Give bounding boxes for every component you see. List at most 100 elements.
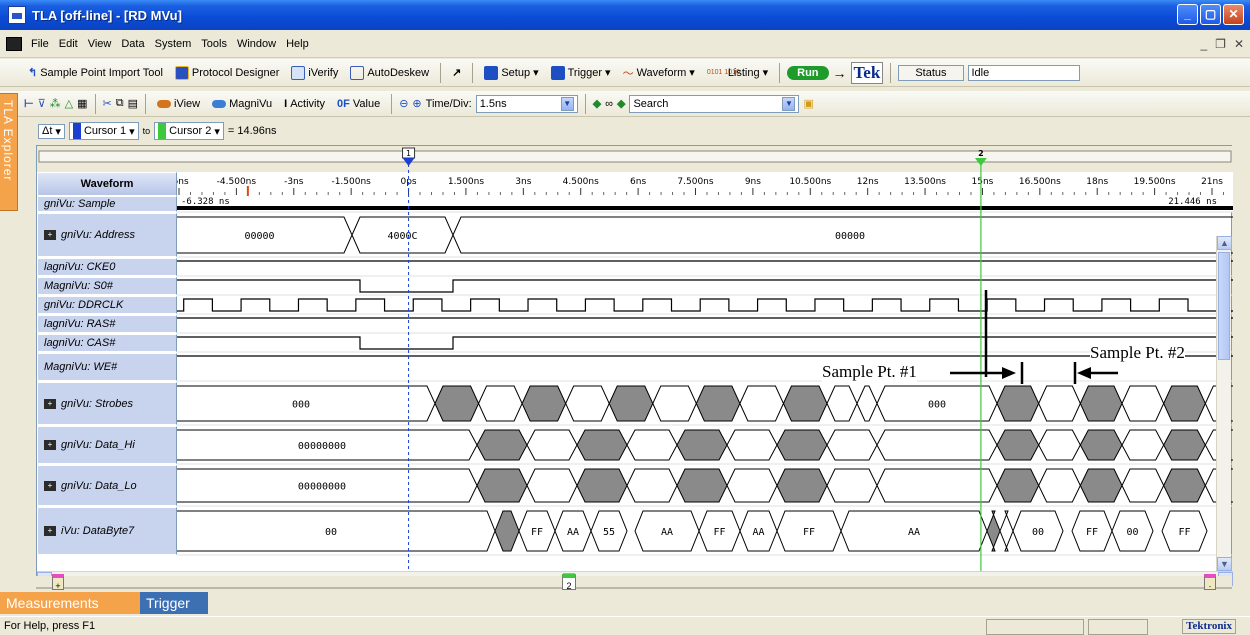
data-hi-burst bbox=[1121, 429, 1165, 461]
expand-group-icon[interactable]: + bbox=[44, 526, 56, 536]
menu-help[interactable]: Help bbox=[281, 34, 314, 54]
setup-button[interactable]: Setup ▾ bbox=[480, 65, 542, 80]
binoculars-icon[interactable]: ∞ bbox=[605, 98, 613, 110]
scroll-down-button[interactable]: ▼ bbox=[1217, 557, 1232, 571]
bottom-marker-left[interactable]: + bbox=[52, 574, 64, 591]
cursor1-select[interactable]: Cursor 1 ▾ bbox=[68, 122, 139, 140]
protocol-designer-button[interactable]: Protocol Designer bbox=[171, 65, 283, 80]
menu-edit[interactable]: Edit bbox=[54, 34, 83, 54]
iverify-button[interactable]: iVerify bbox=[287, 65, 342, 80]
tab-measurements[interactable]: Measurements bbox=[0, 592, 140, 614]
search-next-icon[interactable]: ◆ bbox=[617, 97, 625, 110]
cursor2-select[interactable]: Cursor 2 ▾ bbox=[154, 122, 224, 140]
delta-time-select[interactable]: Δt ▾ bbox=[38, 123, 65, 139]
waveform-button[interactable]: 〜 Waveform ▾ bbox=[619, 65, 699, 81]
scroll-up-button[interactable]: ▲ bbox=[1217, 236, 1232, 250]
vertical-scrollbar[interactable]: ▲ ▼ bbox=[1216, 236, 1232, 571]
sample-point-import-button[interactable]: ↰ Sample Point Import Tool bbox=[24, 66, 167, 80]
menu-window[interactable]: Window bbox=[232, 34, 281, 54]
listing-button[interactable]: 0101 1010 Listing ▾ bbox=[703, 66, 772, 80]
close-button[interactable]: ✕ bbox=[1223, 4, 1244, 25]
menu-file[interactable]: File bbox=[26, 34, 54, 54]
run-button[interactable]: Run bbox=[787, 65, 829, 80]
menu-data[interactable]: Data bbox=[116, 34, 149, 54]
strobes-burst bbox=[521, 385, 567, 422]
chevron-down-icon[interactable]: ▼ bbox=[782, 96, 796, 111]
copy-icon[interactable]: ⧉ bbox=[116, 97, 124, 110]
document-icon[interactable] bbox=[6, 37, 22, 51]
signal-name-row[interactable]: + gniVu: Data_Hi bbox=[37, 426, 177, 464]
properties-icon[interactable]: ▦ bbox=[77, 97, 87, 110]
search-define-icon[interactable]: ▣ bbox=[803, 97, 813, 110]
probe-icon: ↗ bbox=[452, 67, 462, 79]
signal-name-row[interactable]: MagniVu: WE# bbox=[37, 353, 177, 381]
restore-button[interactable]: ▢ bbox=[1200, 4, 1221, 25]
trigger-button[interactable]: Trigger ▾ bbox=[547, 65, 615, 80]
zoom-in-icon[interactable]: ⊕ bbox=[412, 97, 421, 110]
tla-explorer-tab[interactable]: TLA Explorer bbox=[0, 93, 18, 211]
signal-name-row[interactable]: + gniVu: Address bbox=[37, 213, 177, 257]
iview-icon bbox=[157, 99, 172, 108]
signal-add-icon[interactable]: △ bbox=[65, 97, 73, 110]
status-button[interactable]: Status bbox=[898, 64, 964, 81]
vertical-scroll-thumb[interactable] bbox=[1218, 252, 1230, 360]
signal-name-row[interactable]: + iVu: DataByte7 bbox=[37, 507, 177, 555]
strobes-burst bbox=[782, 385, 828, 422]
expand-group-icon[interactable]: + bbox=[44, 480, 56, 491]
signal-name-row[interactable]: lagniVu: CAS# bbox=[37, 334, 177, 352]
chevron-down-icon[interactable]: ▼ bbox=[560, 96, 574, 111]
time-div-select[interactable]: 1.5ns ▼ bbox=[475, 94, 578, 113]
mdi-minimize-button[interactable]: _ bbox=[1200, 37, 1207, 51]
signal-name-row[interactable]: + gniVu: Strobes bbox=[37, 382, 177, 425]
time-tick-label: 18ns bbox=[1086, 177, 1108, 187]
data-hi-burst bbox=[776, 429, 828, 461]
chevron-down-icon: ▾ bbox=[689, 67, 695, 79]
databyte7-bus-value: FF bbox=[1178, 527, 1190, 538]
signal-name-row[interactable]: + gniVu: Data_Lo bbox=[37, 465, 177, 506]
iview-button[interactable]: iView bbox=[153, 98, 204, 110]
signal-name-row[interactable]: lagniVu: RAS# bbox=[37, 315, 177, 333]
group-icon[interactable]: ⁂ bbox=[50, 97, 61, 110]
signal-name-row[interactable]: gniVu: DDRCLK bbox=[37, 296, 177, 314]
autodeskew-button[interactable]: AutoDeskew bbox=[346, 65, 433, 80]
tab-trigger[interactable]: Trigger bbox=[140, 592, 208, 614]
expand-group-icon[interactable]: + bbox=[44, 440, 56, 450]
waveform-window: 12 Waveform gniVu: Sample + gniVu: Address l… bbox=[36, 145, 1233, 586]
search-prev-icon[interactable]: ◆ bbox=[593, 97, 601, 110]
status-bar: For Help, press F1 Tektronix bbox=[0, 616, 1250, 635]
data-hi-burst bbox=[996, 429, 1040, 461]
cut-icon[interactable]: ✂ bbox=[103, 97, 112, 110]
signal-name-label: MagniVu: WE# bbox=[44, 361, 118, 373]
waveform-icon: 〜 bbox=[622, 67, 634, 80]
filter-icon[interactable]: ⊽ bbox=[38, 97, 46, 110]
waveform-column-header[interactable]: Waveform bbox=[37, 172, 177, 196]
signal-name-row[interactable]: gniVu: Sample bbox=[37, 196, 177, 212]
activity-button[interactable]: I Activity bbox=[280, 98, 329, 110]
probe-button[interactable]: ↗ bbox=[448, 66, 465, 79]
mdi-restore-button[interactable]: ❐ bbox=[1215, 37, 1226, 51]
bottom-marker-right[interactable]: · bbox=[1204, 574, 1216, 591]
zoom-out-icon[interactable]: ⊖ bbox=[399, 97, 408, 110]
minimize-button[interactable]: _ bbox=[1177, 4, 1198, 25]
waveform-area[interactable]: -6ns-4.500ns-3ns-1.500ns0ps1.500ns3ns4.5… bbox=[177, 146, 1233, 571]
search-select[interactable]: Search ▼ bbox=[629, 94, 800, 113]
magnivu-button[interactable]: MagniVu bbox=[208, 98, 276, 110]
mdi-close-button[interactable]: ✕ bbox=[1234, 37, 1244, 51]
value-button[interactable]: 0F Value bbox=[333, 98, 384, 110]
strobes-burst bbox=[695, 385, 741, 422]
menu-view[interactable]: View bbox=[83, 34, 117, 54]
paste-icon[interactable]: ▤ bbox=[128, 97, 138, 110]
sample-point-1-annotation: Sample Pt. #1 bbox=[822, 362, 917, 382]
tek-logo[interactable]: Tek bbox=[850, 61, 884, 84]
menu-tools[interactable]: Tools bbox=[196, 34, 232, 54]
expand-group-icon[interactable]: + bbox=[44, 230, 56, 240]
signal-name-row[interactable]: lagniVu: CKE0 bbox=[37, 258, 177, 276]
signal-name-row[interactable]: MagniVu: S0# bbox=[37, 277, 177, 295]
bottom-marker-cursor2[interactable]: 2 bbox=[562, 574, 576, 591]
app-icon[interactable] bbox=[8, 6, 26, 24]
menu-system[interactable]: System bbox=[150, 34, 197, 54]
expand-group-icon[interactable]: + bbox=[44, 398, 56, 409]
expand-tree-icon[interactable]: ⊢ bbox=[24, 97, 34, 110]
data-hi-burst bbox=[576, 429, 628, 461]
listing-icon: 0101 1010 bbox=[706, 69, 740, 76]
